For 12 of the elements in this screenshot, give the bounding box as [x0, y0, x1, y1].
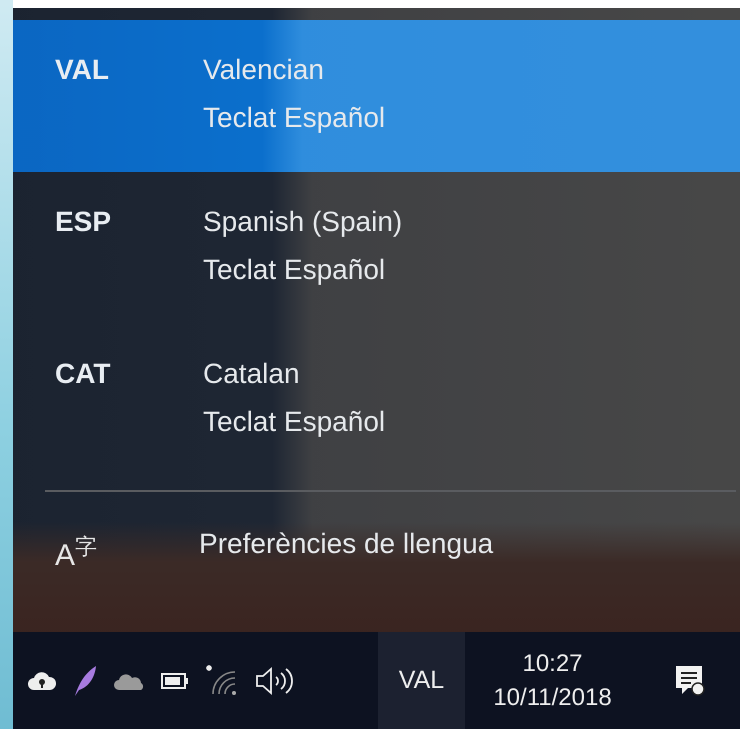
language-item[interactable]: VAL Valencian Teclat Español [13, 20, 740, 172]
cloud-icon[interactable] [27, 670, 57, 692]
notifications-icon[interactable] [675, 664, 705, 696]
wifi-icon[interactable] [205, 664, 239, 698]
input-indicator[interactable]: VAL [378, 632, 465, 729]
speaker-icon[interactable] [255, 664, 295, 696]
feather-icon[interactable] [73, 664, 97, 696]
clock[interactable]: 10:27 10/11/2018 [465, 650, 640, 712]
language-item[interactable]: CAT Catalan Teclat Español [13, 324, 740, 476]
language-item[interactable]: ESP Spanish (Spain) Teclat Español [13, 172, 740, 324]
battery-icon[interactable] [161, 672, 189, 688]
language-icon: A$^{字}$ [55, 528, 98, 571]
